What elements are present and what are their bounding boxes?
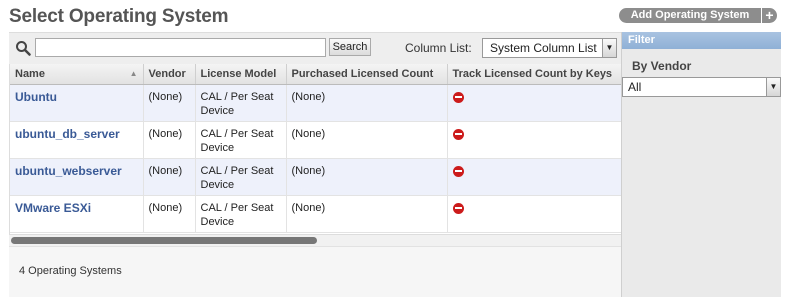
os-name-link[interactable]: VMware ESXi [10, 195, 144, 233]
horizontal-scrollbar[interactable] [9, 234, 621, 246]
vendor-cell: (None) [143, 84, 196, 122]
vendor-cell: (None) [143, 158, 196, 196]
os-name-link[interactable]: ubuntu_db_server [10, 121, 144, 159]
no-entry-icon [452, 128, 464, 140]
table-footer: 4 Operating Systems [9, 246, 621, 297]
no-entry-icon [452, 165, 464, 177]
chevron-down-icon[interactable]: ▼ [766, 78, 780, 96]
filter-header: Filter [622, 32, 781, 49]
by-vendor-label: By Vendor [632, 59, 692, 73]
purchased-count-cell: (None) [286, 195, 448, 233]
toolbar: Search Column List: System Column List ▼ [9, 32, 621, 64]
chevron-down-icon[interactable]: ▼ [602, 39, 616, 57]
search-input[interactable] [35, 38, 326, 57]
column-header-vendor[interactable]: Vendor [143, 64, 196, 85]
vendor-cell: (None) [143, 195, 196, 233]
track-count-cell [447, 195, 621, 233]
search-icon [16, 41, 31, 56]
track-count-cell [447, 121, 621, 159]
vendor-filter-select[interactable]: All ▼ [622, 77, 781, 97]
track-count-cell [447, 84, 621, 122]
sort-ascending-icon[interactable]: ▲ [130, 69, 138, 78]
vendor-cell: (None) [143, 121, 196, 159]
page-title: Select Operating System [9, 6, 229, 27]
license-model-cell: CAL / Per Seat Device [195, 121, 287, 159]
purchased-count-cell: (None) [286, 84, 448, 122]
table-header-row: Name ▲ Vendor License Model Purchased Lic… [10, 64, 621, 85]
table-row[interactable]: Ubuntu (None) CAL / Per Seat Device (Non… [10, 84, 621, 122]
column-header-name[interactable]: Name ▲ [10, 64, 144, 85]
license-model-cell: CAL / Per Seat Device [195, 158, 287, 196]
os-table: Name ▲ Vendor License Model Purchased Lic… [9, 64, 621, 234]
license-model-cell: CAL / Per Seat Device [195, 195, 287, 233]
table-row[interactable]: VMware ESXi (None) CAL / Per Seat Device… [10, 195, 621, 233]
no-entry-icon [452, 91, 464, 103]
table-row[interactable]: ubuntu_webserver (None) CAL / Per Seat D… [10, 158, 621, 196]
column-list-label: Column List: [405, 41, 472, 55]
column-list-value: System Column List [490, 41, 597, 55]
track-count-cell [447, 158, 621, 196]
column-header-track-count[interactable]: Track Licensed Count by Keys [447, 64, 621, 85]
purchased-count-cell: (None) [286, 121, 448, 159]
purchased-count-cell: (None) [286, 158, 448, 196]
os-name-link[interactable]: Ubuntu [10, 84, 144, 122]
plus-icon[interactable]: + [762, 8, 777, 23]
vendor-filter-value: All [628, 80, 642, 94]
record-count: 4 Operating Systems [19, 265, 122, 277]
column-header-purchased-count[interactable]: Purchased Licensed Count [286, 64, 448, 85]
column-header-license-model[interactable]: License Model [195, 64, 287, 85]
add-operating-system-button[interactable]: Add Operating System [619, 8, 761, 23]
os-name-link[interactable]: ubuntu_webserver [10, 158, 144, 196]
scrollbar-thumb[interactable] [11, 237, 317, 244]
column-list-select[interactable]: System Column List ▼ [482, 38, 617, 58]
search-button[interactable]: Search [329, 38, 371, 56]
table-row[interactable]: ubuntu_db_server (None) CAL / Per Seat D… [10, 121, 621, 159]
license-model-cell: CAL / Per Seat Device [195, 84, 287, 122]
no-entry-icon [452, 202, 464, 214]
filter-panel: Filter By Vendor All ▼ [621, 32, 781, 297]
